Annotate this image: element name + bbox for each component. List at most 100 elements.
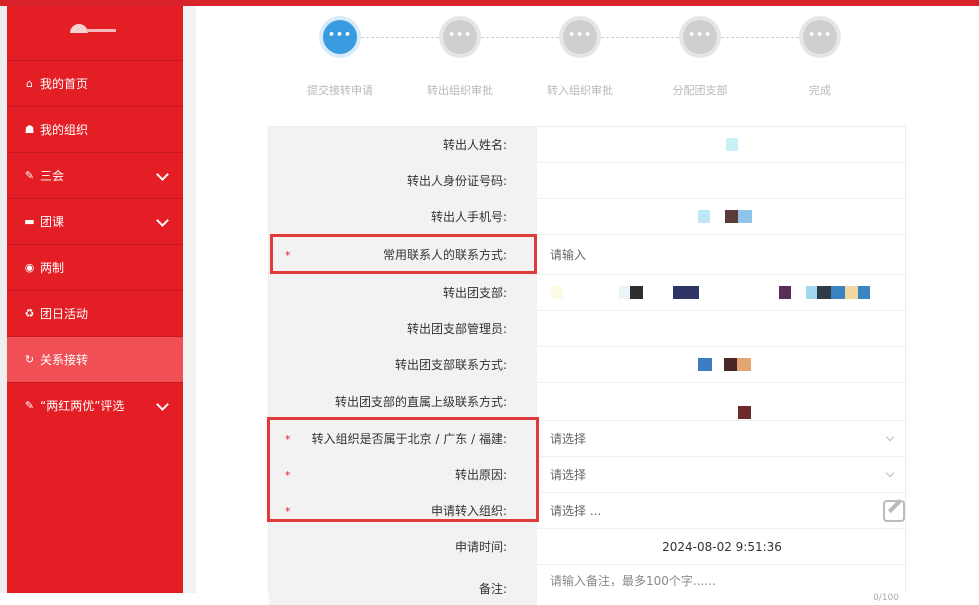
sidebar-item-label: 三会 bbox=[40, 169, 65, 183]
sidebar-item-label: 团日活动 bbox=[40, 307, 89, 321]
id-number-label: 转出人身份证号码: bbox=[269, 163, 537, 198]
reason-placeholder: 请选择 bbox=[550, 468, 587, 482]
branch-contact-label: 转出团支部联系方式: bbox=[269, 347, 537, 382]
target-icon: ◉ bbox=[24, 261, 35, 274]
id-number-value bbox=[537, 163, 907, 198]
remark-placeholder: 请输入备注，最多100个字...... bbox=[550, 574, 716, 588]
edit-icon: ✎ bbox=[24, 399, 35, 412]
row-branch-contact: 转出团支部联系方式: bbox=[269, 347, 907, 383]
redacted-value bbox=[551, 285, 870, 299]
sidebar-item-7[interactable]: ✎ “两红两优”评选 bbox=[7, 382, 183, 428]
step-label: 分配团支部 bbox=[672, 84, 728, 97]
step-dots: ••• bbox=[683, 20, 717, 54]
step-label: 提交接转申请 bbox=[307, 84, 373, 97]
sidebar-item-label: 两制 bbox=[40, 261, 65, 275]
branch-value bbox=[537, 275, 907, 310]
redacted-value bbox=[698, 357, 751, 371]
highlight-box-contact bbox=[270, 234, 537, 274]
redacted-value bbox=[738, 405, 751, 419]
contact-input[interactable]: 请输入 bbox=[537, 235, 907, 274]
sidebar-item-0[interactable]: ⌂ 我的首页 bbox=[7, 60, 183, 106]
sidebar-item-5[interactable]: ♻ 团日活动 bbox=[7, 290, 183, 336]
chevron-down-icon bbox=[885, 468, 895, 477]
step-label: 转出组织审批 bbox=[427, 84, 493, 97]
sidebar-item-4[interactable]: ◉ 两制 bbox=[7, 244, 183, 290]
row-phone: 转出人手机号: bbox=[269, 199, 907, 235]
edit-icon: ✎ bbox=[24, 169, 35, 182]
step-circle-icon: ••• bbox=[319, 16, 361, 58]
step-connector bbox=[361, 37, 439, 38]
redacted-value bbox=[726, 137, 738, 151]
redacted-value bbox=[698, 209, 752, 223]
row-apply-time: 申请时间: 2024-08-02 9:51:36 bbox=[269, 529, 907, 565]
branch-label: 转出团支部: bbox=[269, 275, 537, 310]
step-label: 转入组织审批 bbox=[547, 84, 613, 97]
row-id-number: 转出人身份证号码: bbox=[269, 163, 907, 199]
row-remark: 备注: 请输入备注，最多100个字...... 0/100 bbox=[269, 565, 907, 605]
home-icon: ⌂ bbox=[26, 77, 33, 90]
branch-admin-value bbox=[537, 311, 907, 346]
remark-textarea[interactable]: 请输入备注，最多100个字...... 0/100 bbox=[537, 565, 907, 605]
row-branch: 转出团支部: bbox=[269, 275, 907, 311]
remark-label: 备注: bbox=[269, 565, 537, 605]
target-org-input[interactable]: 请选择 ... bbox=[537, 493, 907, 528]
apply-time-text: 2024-08-02 9:51:36 bbox=[662, 539, 782, 554]
branch-contact-value bbox=[537, 347, 907, 382]
sidebar-item-label: “两红两优”评选 bbox=[40, 399, 125, 413]
apply-time-label: 申请时间: bbox=[269, 529, 537, 564]
folder-icon: ▬ bbox=[24, 215, 35, 228]
left-gutter bbox=[0, 6, 7, 593]
transfer-out-name-label: 转出人姓名: bbox=[269, 127, 537, 162]
sidebar-item-label: 团课 bbox=[40, 215, 65, 229]
phone-value bbox=[537, 199, 907, 234]
transfer-form: 转出人姓名: 转出人身份证号码: 转出人手机号: 常用联系人的联系方式: * 请… bbox=[268, 126, 907, 605]
sidebar-menu: ⌂ 我的首页 ☗ 我的组织 ✎ 三会 ▬ 团课 ◉ 两制 ♻ 团日活动 ↻ 关系接转 ✎ “两红两优”评选 bbox=[7, 60, 183, 428]
step-connector bbox=[481, 37, 559, 38]
page: ⌂ 我的首页 ☗ 我的组织 ✎ 三会 ▬ 团课 ◉ 两制 ♻ 团日活动 ↻ 关系接转 ✎ “两红两优”评选 •… bbox=[0, 6, 979, 605]
recycle-icon: ♻ bbox=[24, 307, 35, 320]
step-connector bbox=[721, 37, 799, 38]
sidebar-item-3[interactable]: ▬ 团课 bbox=[7, 198, 183, 244]
reason-select[interactable]: 请选择 bbox=[537, 457, 907, 492]
superior-contact-label: 转出团支部的直属上级联系方式: bbox=[269, 383, 537, 420]
chevron-down-icon bbox=[885, 432, 895, 441]
chevron-down-icon bbox=[156, 168, 169, 181]
step-dots: ••• bbox=[803, 20, 837, 54]
remark-counter: 0/100 bbox=[873, 593, 899, 603]
step-circle-icon: ••• bbox=[559, 16, 601, 58]
step-circle-icon: ••• bbox=[679, 16, 721, 58]
sidebar-item-1[interactable]: ☗ 我的组织 bbox=[7, 106, 183, 152]
sidebar-item-label: 我的首页 bbox=[40, 77, 89, 91]
sidebar-item-label: 我的组织 bbox=[40, 123, 89, 137]
chevron-down-icon bbox=[156, 398, 169, 411]
phone-label: 转出人手机号: bbox=[269, 199, 537, 234]
sidebar: ⌂ 我的首页 ☗ 我的组织 ✎ 三会 ▬ 团课 ◉ 两制 ♻ 团日活动 ↻ 关系接转 ✎ “两红两优”评选 bbox=[7, 6, 183, 593]
step-circle-icon: ••• bbox=[439, 16, 481, 58]
sidebar-item-2[interactable]: ✎ 三会 bbox=[7, 152, 183, 198]
region-placeholder: 请选择 bbox=[550, 432, 587, 446]
sidebar-gap bbox=[183, 6, 196, 593]
apply-time-value: 2024-08-02 9:51:36 bbox=[537, 529, 907, 564]
sidebar-item-6[interactable]: ↻ 关系接转 bbox=[7, 336, 183, 382]
region-select[interactable]: 请选择 bbox=[537, 421, 907, 456]
logo bbox=[70, 24, 118, 34]
transfer-out-name-value bbox=[537, 127, 907, 162]
progress-stepper: ••• 提交接转申请 ••• 转出组织审批 ••• 转入组织审批 ••• 分配团支部 ••• 完成 bbox=[280, 14, 880, 104]
target-org-placeholder: 请选择 ... bbox=[550, 504, 602, 518]
contact-placeholder: 请输入 bbox=[550, 248, 587, 262]
step-label: 完成 bbox=[809, 84, 831, 97]
sidebar-item-label: 关系接转 bbox=[40, 353, 89, 367]
step-circle-icon: ••• bbox=[799, 16, 841, 58]
users-icon: ☗ bbox=[24, 123, 35, 136]
refresh-icon: ↻ bbox=[24, 353, 35, 366]
step-dots: ••• bbox=[323, 20, 357, 54]
row-transfer-out-name: 转出人姓名: bbox=[269, 127, 907, 163]
row-branch-admin: 转出团支部管理员: bbox=[269, 311, 907, 347]
step-dots: ••• bbox=[563, 20, 597, 54]
superior-contact-value bbox=[537, 383, 907, 420]
highlight-box-required-group bbox=[267, 417, 539, 522]
step-dots: ••• bbox=[443, 20, 477, 54]
edit-icon[interactable] bbox=[883, 499, 905, 522]
chevron-down-icon bbox=[156, 214, 169, 227]
step-connector bbox=[601, 37, 679, 38]
